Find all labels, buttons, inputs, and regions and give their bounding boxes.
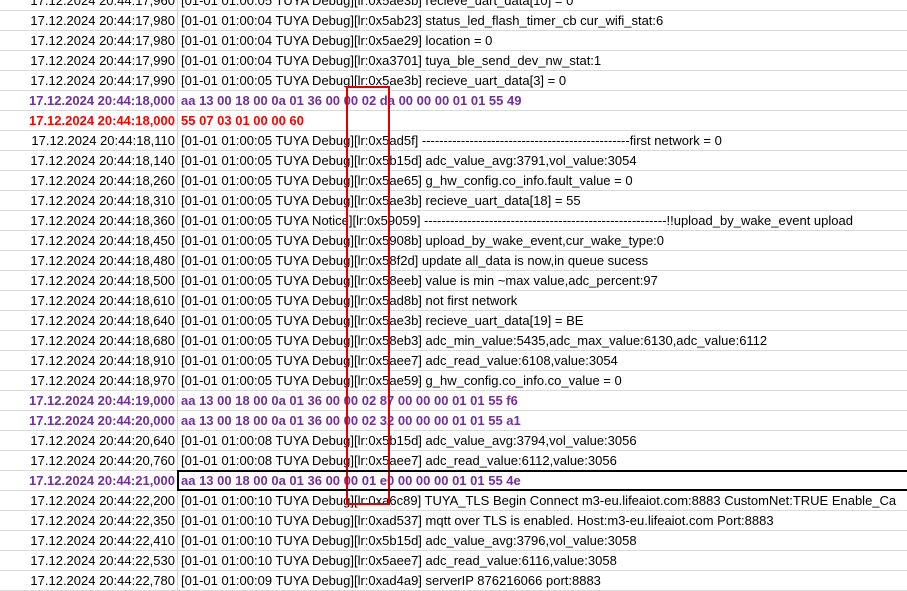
message-cell[interactable]: [01-01 01:00:05 TUYA Debug][lr:0x58eb3] … [178, 331, 907, 350]
table-row[interactable]: 17.12.2024 20:44:18,140 [01-01 01:00:05 T… [0, 151, 907, 171]
timestamp-cell[interactable]: 17.12.2024 20:44:18,140 [0, 151, 178, 170]
table-row[interactable]: 17.12.2024 20:44:18,450 [01-01 01:00:05 T… [0, 231, 907, 251]
message-cell[interactable]: [01-01 01:00:10 TUYA Debug][lr:0xad537] … [178, 511, 907, 530]
timestamp-cell[interactable]: 17.12.2024 20:44:20,000 [0, 411, 178, 430]
timestamp-cell[interactable]: 17.12.2024 20:44:18,500 [0, 271, 178, 290]
table-row[interactable]: 17.12.2024 20:44:18,970 [01-01 01:00:05 T… [0, 371, 907, 391]
table-row[interactable]: 17.12.2024 20:44:20,760 [01-01 01:00:08 T… [0, 451, 907, 471]
table-row[interactable]: 17.12.2024 20:44:18,500 [01-01 01:00:05 T… [0, 271, 907, 291]
table-row[interactable]: 17.12.2024 20:44:22,200 [01-01 01:00:10 T… [0, 491, 907, 511]
log-spreadsheet: 17.12.2024 20:44:17,960 [01-01 01:00:05 T… [0, 0, 907, 591]
message-cell[interactable]: [01-01 01:00:10 TUYA Debug][lr:0x5b15d] … [178, 531, 907, 550]
timestamp-cell[interactable]: 17.12.2024 20:44:18,310 [0, 191, 178, 210]
table-row[interactable]: 17.12.2024 20:44:20,640 [01-01 01:00:08 T… [0, 431, 907, 451]
table-row[interactable]: 17.12.2024 20:44:19,000 aa 13 00 18 00 0a… [0, 391, 907, 411]
table-row[interactable]: 17.12.2024 20:44:18,310 [01-01 01:00:05 T… [0, 191, 907, 211]
timestamp-cell[interactable]: 17.12.2024 20:44:18,910 [0, 351, 178, 370]
message-cell[interactable]: [01-01 01:00:05 TUYA Notice][lr:0x59059]… [178, 211, 907, 230]
timestamp-cell[interactable]: 17.12.2024 20:44:21,000 [0, 471, 178, 490]
timestamp-cell[interactable]: 17.12.2024 20:44:17,990 [0, 71, 178, 90]
timestamp-cell[interactable]: 17.12.2024 20:44:17,960 [0, 0, 178, 10]
timestamp-cell[interactable]: 17.12.2024 20:44:17,990 [0, 51, 178, 70]
message-cell[interactable]: [01-01 01:00:05 TUYA Debug][lr:0x5ae3b] … [178, 311, 907, 330]
table-row[interactable]: 17.12.2024 20:44:17,990 [01-01 01:00:05 T… [0, 71, 907, 91]
timestamp-cell[interactable]: 17.12.2024 20:44:18,360 [0, 211, 178, 230]
table-row[interactable]: 17.12.2024 20:44:20,000 aa 13 00 18 00 0a… [0, 411, 907, 431]
table-row[interactable]: 17.12.2024 20:44:18,000 55 07 03 01 00 00… [0, 111, 907, 131]
message-cell[interactable]: [01-01 01:00:10 TUYA Debug][lr:0x5aee7] … [178, 551, 907, 570]
message-cell[interactable]: [01-01 01:00:05 TUYA Debug][lr:0x58f2d] … [178, 251, 907, 270]
table-row[interactable]: 17.12.2024 20:44:21,000 aa 13 00 18 00 0a… [0, 471, 907, 491]
table-row[interactable]: 17.12.2024 20:44:18,360 [01-01 01:00:05 T… [0, 211, 907, 231]
message-cell[interactable]: [01-01 01:00:05 TUYA Debug][lr:0x5b15d] … [178, 151, 907, 170]
table-row[interactable]: 17.12.2024 20:44:18,910 [01-01 01:00:05 T… [0, 351, 907, 371]
message-cell[interactable]: [01-01 01:00:05 TUYA Debug][lr:0x5ae3b] … [178, 191, 907, 210]
message-cell[interactable]: [01-01 01:00:05 TUYA Debug][lr:0x58eeb] … [178, 271, 907, 290]
message-cell[interactable]: [01-01 01:00:04 TUYA Debug][lr:0x5ae29] … [178, 31, 907, 50]
message-cell[interactable]: [01-01 01:00:08 TUYA Debug][lr:0x5b15d] … [178, 431, 907, 450]
message-cell[interactable]: [01-01 01:00:05 TUYA Debug][lr:0x5908b] … [178, 231, 907, 250]
message-cell[interactable]: aa 13 00 18 00 0a 01 36 00 00 02 da 00 0… [178, 91, 907, 110]
table-row[interactable]: 17.12.2024 20:44:17,980 [01-01 01:00:04 T… [0, 31, 907, 51]
timestamp-cell[interactable]: 17.12.2024 20:44:22,350 [0, 511, 178, 530]
timestamp-cell[interactable]: 17.12.2024 20:44:20,760 [0, 451, 178, 470]
timestamp-cell[interactable]: 17.12.2024 20:44:18,000 [0, 111, 178, 130]
timestamp-cell[interactable]: 17.12.2024 20:44:20,640 [0, 431, 178, 450]
table-row[interactable]: 17.12.2024 20:44:22,350 [01-01 01:00:10 T… [0, 511, 907, 531]
timestamp-cell[interactable]: 17.12.2024 20:44:18,610 [0, 291, 178, 310]
timestamp-cell[interactable]: 17.12.2024 20:44:22,410 [0, 531, 178, 550]
table-row[interactable]: 17.12.2024 20:44:18,110 [01-01 01:00:05 T… [0, 131, 907, 151]
timestamp-cell[interactable]: 17.12.2024 20:44:18,480 [0, 251, 178, 270]
table-row[interactable]: 17.12.2024 20:44:18,680 [01-01 01:00:05 T… [0, 331, 907, 351]
timestamp-cell[interactable]: 17.12.2024 20:44:19,000 [0, 391, 178, 410]
timestamp-cell[interactable]: 17.12.2024 20:44:22,530 [0, 551, 178, 570]
timestamp-cell[interactable]: 17.12.2024 20:44:22,200 [0, 491, 178, 510]
table-row[interactable]: 17.12.2024 20:44:22,410 [01-01 01:00:10 T… [0, 531, 907, 551]
table-row[interactable]: 17.12.2024 20:44:17,960 [01-01 01:00:05 T… [0, 0, 907, 11]
timestamp-cell[interactable]: 17.12.2024 20:44:18,000 [0, 91, 178, 110]
message-cell[interactable]: [01-01 01:00:05 TUYA Debug][lr:0x5ad5f] … [178, 131, 907, 150]
message-cell[interactable]: aa 13 00 18 00 0a 01 36 00 00 01 e0 00 0… [178, 471, 907, 490]
message-cell[interactable]: [01-01 01:00:04 TUYA Debug][lr:0x5ab23] … [178, 11, 907, 30]
timestamp-cell[interactable]: 17.12.2024 20:44:17,980 [0, 11, 178, 30]
timestamp-cell[interactable]: 17.12.2024 20:44:17,980 [0, 31, 178, 50]
message-cell[interactable]: [01-01 01:00:05 TUYA Debug][lr:0x5ae59] … [178, 371, 907, 390]
table-row[interactable]: 17.12.2024 20:44:18,610 [01-01 01:00:05 T… [0, 291, 907, 311]
timestamp-cell[interactable]: 17.12.2024 20:44:18,110 [0, 131, 178, 150]
table-row[interactable]: 17.12.2024 20:44:18,480 [01-01 01:00:05 T… [0, 251, 907, 271]
message-cell[interactable]: [01-01 01:00:04 TUYA Debug][lr:0xa3701] … [178, 51, 907, 70]
timestamp-cell[interactable]: 17.12.2024 20:44:18,260 [0, 171, 178, 190]
table-row[interactable]: 17.12.2024 20:44:18,640 [01-01 01:00:05 T… [0, 311, 907, 331]
timestamp-cell[interactable]: 17.12.2024 20:44:18,450 [0, 231, 178, 250]
timestamp-cell[interactable]: 17.12.2024 20:44:18,680 [0, 331, 178, 350]
message-cell[interactable]: [01-01 01:00:05 TUYA Debug][lr:0x5ae65] … [178, 171, 907, 190]
timestamp-cell[interactable]: 17.12.2024 20:44:18,640 [0, 311, 178, 330]
timestamp-cell[interactable]: 17.12.2024 20:44:18,970 [0, 371, 178, 390]
message-cell[interactable]: [01-01 01:00:05 TUYA Debug][lr:0x5aee7] … [178, 351, 907, 370]
message-cell[interactable]: [01-01 01:00:09 TUYA Debug][lr:0xad4a9] … [178, 571, 907, 590]
message-cell[interactable]: [01-01 01:00:05 TUYA Debug][lr:0x5ad8b] … [178, 291, 907, 310]
message-cell[interactable]: [01-01 01:00:05 TUYA Debug][lr:0x5ae3b] … [178, 0, 907, 10]
message-cell[interactable]: [01-01 01:00:10 TUYA Debug][lr:0xa6c89] … [178, 491, 907, 510]
table-row[interactable]: 17.12.2024 20:44:17,990 [01-01 01:00:04 T… [0, 51, 907, 71]
table-row[interactable]: 17.12.2024 20:44:18,000 aa 13 00 18 00 0a… [0, 91, 907, 111]
message-cell[interactable]: aa 13 00 18 00 0a 01 36 00 00 02 87 00 0… [178, 391, 907, 410]
table-row[interactable]: 17.12.2024 20:44:18,260 [01-01 01:00:05 T… [0, 171, 907, 191]
message-cell[interactable]: 55 07 03 01 00 00 60 [178, 111, 907, 130]
message-cell[interactable]: [01-01 01:00:08 TUYA Debug][lr:0x5aee7] … [178, 451, 907, 470]
table-row[interactable]: 17.12.2024 20:44:17,980 [01-01 01:00:04 T… [0, 11, 907, 31]
timestamp-cell[interactable]: 17.12.2024 20:44:22,780 [0, 571, 178, 590]
message-cell[interactable]: aa 13 00 18 00 0a 01 36 00 00 02 32 00 0… [178, 411, 907, 430]
message-cell[interactable]: [01-01 01:00:05 TUYA Debug][lr:0x5ae3b] … [178, 71, 907, 90]
table-row[interactable]: 17.12.2024 20:44:22,780 [01-01 01:00:09 T… [0, 571, 907, 591]
table-row[interactable]: 17.12.2024 20:44:22,530 [01-01 01:00:10 T… [0, 551, 907, 571]
